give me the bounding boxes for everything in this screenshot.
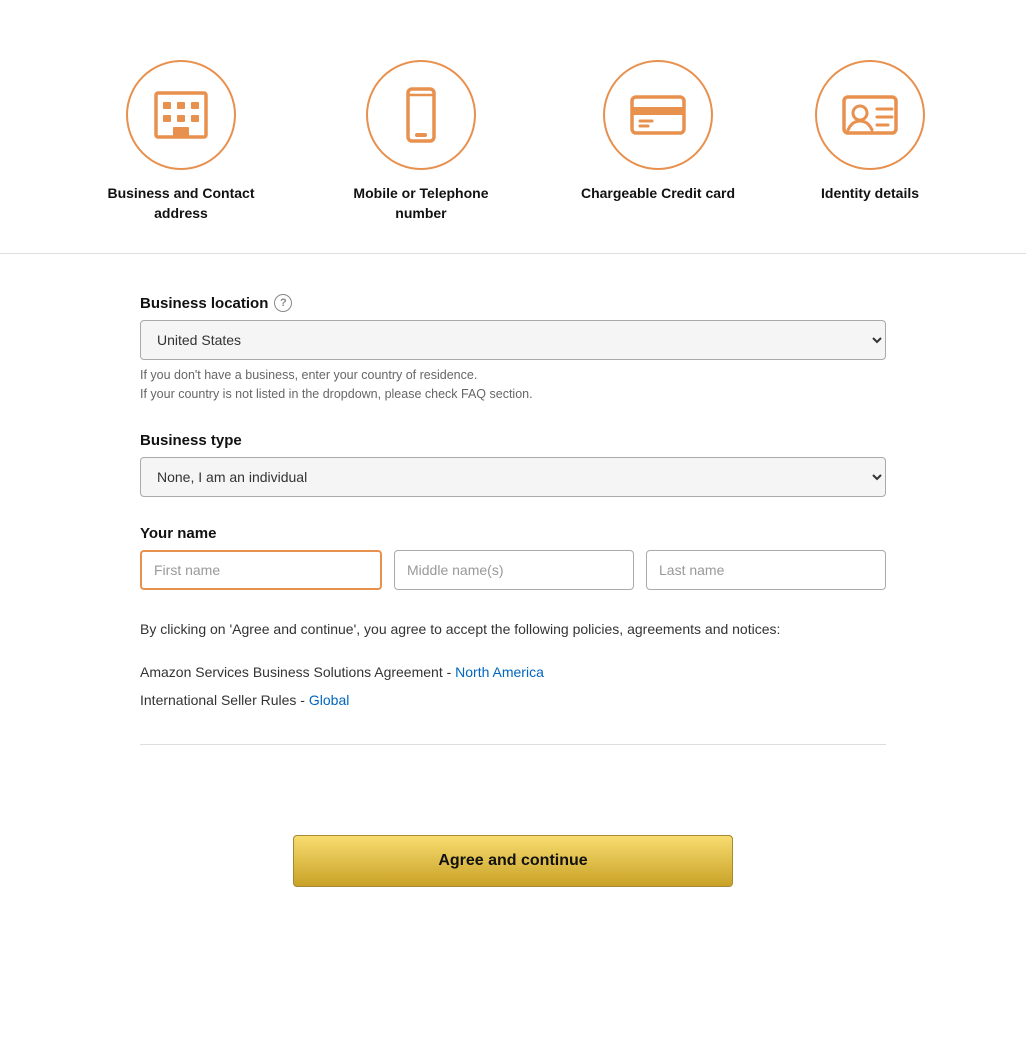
form-area: Business location ? United States Canada… [0, 284, 1026, 815]
your-name-group: Your name [140, 525, 886, 590]
phone-icon [366, 60, 476, 170]
name-inputs-row [140, 550, 886, 590]
business-location-help-icon[interactable]: ? [274, 294, 292, 312]
step-identity-label: Identity details [821, 184, 919, 204]
step-credit-card: Chargeable Credit card [581, 60, 735, 223]
first-name-input[interactable] [140, 550, 382, 590]
agreement-item-2: International Seller Rules - Global [140, 686, 886, 714]
agree-continue-button[interactable]: Agree and continue [293, 835, 733, 887]
step-mobile-label: Mobile or Telephone number [341, 184, 501, 223]
agreement-text: By clicking on 'Agree and continue', you… [140, 618, 886, 640]
agreement-item-1: Amazon Services Business Solutions Agree… [140, 658, 886, 686]
step-credit-card-label: Chargeable Credit card [581, 184, 735, 204]
business-location-group: Business location ? United States Canada… [140, 294, 886, 404]
credit-card-icon [603, 60, 713, 170]
business-location-select[interactable]: United States Canada United Kingdom Germ… [140, 320, 886, 360]
step-identity: Identity details [815, 60, 925, 223]
business-type-label: Business type [140, 432, 886, 449]
step-business-contact-label: Business and Contact address [101, 184, 261, 223]
business-location-label: Business location ? [140, 294, 886, 312]
business-location-hint: If you don't have a business, enter your… [140, 366, 886, 404]
global-link[interactable]: Global [309, 692, 349, 708]
steps-header: Business and Contact address Mobile or T… [0, 40, 1026, 254]
agreement-links: Amazon Services Business Solutions Agree… [140, 658, 886, 714]
step-mobile: Mobile or Telephone number [341, 60, 501, 223]
business-type-select[interactable]: None, I am an individual Privately-owned… [140, 457, 886, 497]
your-name-label: Your name [140, 525, 886, 542]
agreement-group: By clicking on 'Agree and continue', you… [140, 618, 886, 714]
step-business-contact: Business and Contact address [101, 60, 261, 223]
divider [140, 744, 886, 745]
identity-icon [815, 60, 925, 170]
building-icon [126, 60, 236, 170]
last-name-input[interactable] [646, 550, 886, 590]
business-type-group: Business type None, I am an individual P… [140, 432, 886, 497]
continue-button-wrapper: Agree and continue [0, 815, 1026, 927]
north-america-link[interactable]: North America [455, 664, 544, 680]
middle-name-input[interactable] [394, 550, 634, 590]
